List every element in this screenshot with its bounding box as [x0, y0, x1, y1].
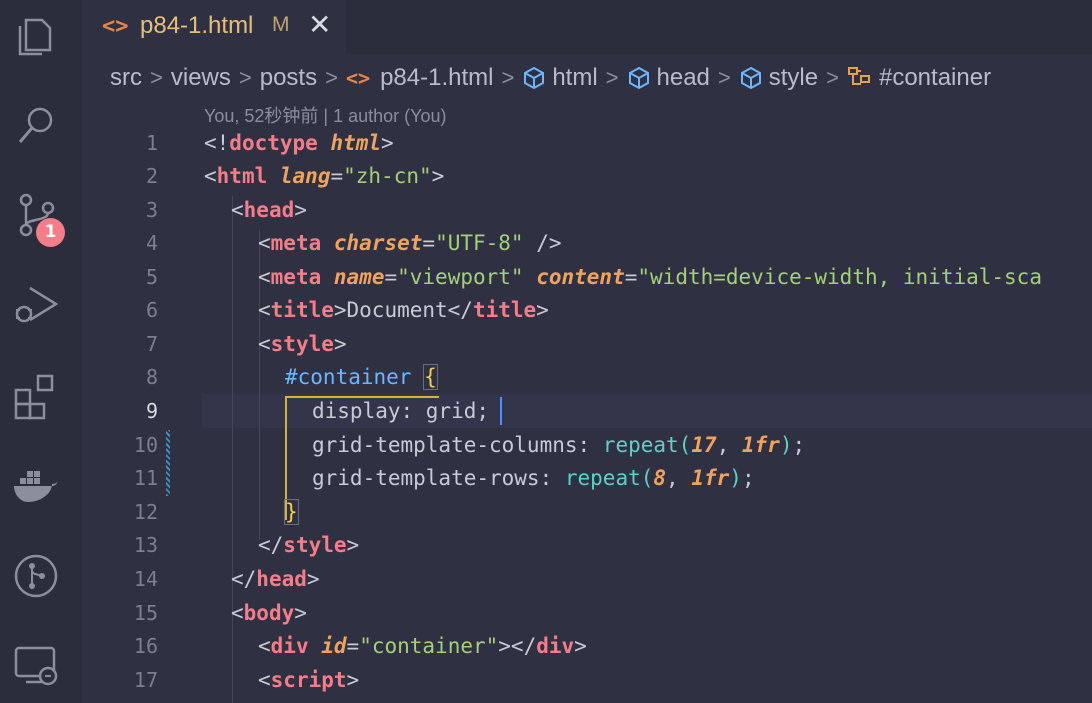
code-line: <title>Document</title> — [258, 298, 549, 322]
line-number: 8 — [145, 365, 158, 389]
chevron-right-icon: > — [826, 65, 839, 90]
code-line: </style> — [258, 533, 360, 557]
code-line: <head> — [231, 198, 307, 222]
code-line: <script> — [258, 668, 360, 692]
line-number: 16 — [133, 634, 158, 658]
line-number: 14 — [133, 567, 158, 591]
close-icon[interactable]: ✕ — [308, 8, 331, 41]
line-number: 10 — [133, 433, 158, 457]
code-line: } — [284, 499, 299, 525]
chevron-right-icon: > — [717, 65, 731, 90]
docker-icon[interactable] — [12, 462, 60, 510]
line-number: 7 — [145, 332, 158, 356]
line-number: 2 — [145, 164, 158, 188]
tab-p84-1-html[interactable]: <> p84-1.html M ✕ — [82, 0, 346, 56]
code-line: <meta name="viewport" content="width=dev… — [258, 265, 1042, 289]
code-line: display: grid; — [312, 399, 490, 423]
breadcrumb: src > views > posts > <> p84-1.html > ht… — [110, 60, 991, 96]
line-number: 4 — [145, 231, 158, 255]
line-number-active: 9 — [145, 399, 158, 423]
code-line: <!doctype html> — [204, 131, 394, 155]
activity-bar: 1 — [0, 0, 82, 703]
code-line: <div id="container"></div> — [258, 634, 587, 658]
search-icon[interactable] — [12, 100, 60, 148]
html-file-icon: <> — [102, 14, 129, 39]
code-line: <html lang="zh-cn"> — [204, 164, 445, 188]
line-number: 12 — [133, 500, 158, 524]
cube-element-icon — [740, 66, 761, 90]
git-graph-icon[interactable] — [12, 552, 60, 600]
line-number: 17 — [133, 668, 158, 692]
code-line: <body> — [231, 601, 307, 625]
breadcrumb-item-file[interactable]: <> p84-1.html — [346, 64, 493, 92]
run-debug-icon[interactable] — [12, 280, 60, 328]
html-file-icon: <> — [345, 66, 371, 90]
editor-area: <> p84-1.html M ✕ src > views > posts > … — [82, 0, 1092, 703]
code-line: <meta charset="UTF-8" /> — [258, 231, 562, 255]
line-number: 11 — [133, 466, 158, 490]
remote-explorer-icon[interactable] — [12, 640, 60, 688]
text-cursor — [500, 397, 502, 425]
breadcrumb-item-style[interactable]: style — [739, 64, 818, 92]
line-number: 13 — [133, 533, 158, 557]
css-selector-icon — [847, 67, 870, 85]
cube-element-icon — [524, 66, 545, 90]
code-line: grid-template-columns: repeat(17, 1fr); — [312, 433, 806, 457]
chevron-right-icon: > — [238, 65, 252, 90]
line-number: 3 — [145, 198, 158, 222]
source-control-badge: 1 — [36, 218, 65, 247]
breadcrumb-item-html[interactable]: html — [522, 64, 598, 92]
extensions-icon[interactable] — [12, 372, 60, 420]
code-line: #container { — [285, 364, 438, 390]
chevron-right-icon: > — [325, 65, 338, 90]
codelens-blame[interactable]: You, 52秒钟前 | 1 author (You) — [204, 102, 447, 128]
tab-bar: <> p84-1.html M ✕ — [82, 0, 1092, 56]
code-line: grid-template-rows: repeat(8, 1fr); — [312, 466, 755, 490]
explorer-files-icon[interactable] — [12, 12, 60, 60]
code-line: </head> — [231, 567, 320, 591]
breadcrumb-item-head[interactable]: head — [627, 64, 710, 92]
line-number: 1 — [145, 131, 158, 155]
cube-element-icon — [628, 66, 649, 90]
breadcrumb-item-views[interactable]: views — [171, 64, 231, 92]
tab-modified-indicator: M — [272, 13, 290, 36]
tab-filename: p84-1.html — [140, 12, 254, 39]
code-line: <style> — [258, 332, 347, 356]
breadcrumb-item-posts[interactable]: posts — [260, 64, 317, 92]
breadcrumb-item-container[interactable]: #container — [847, 64, 991, 92]
line-number: 6 — [145, 298, 158, 322]
line-number: 5 — [145, 265, 158, 289]
line-number: 15 — [133, 601, 158, 625]
chevron-right-icon: > — [605, 65, 619, 90]
chevron-right-icon: > — [501, 65, 515, 90]
breadcrumb-item-src[interactable]: src — [110, 64, 142, 92]
chevron-right-icon: > — [150, 65, 163, 90]
modified-gutter-marker — [166, 430, 170, 496]
